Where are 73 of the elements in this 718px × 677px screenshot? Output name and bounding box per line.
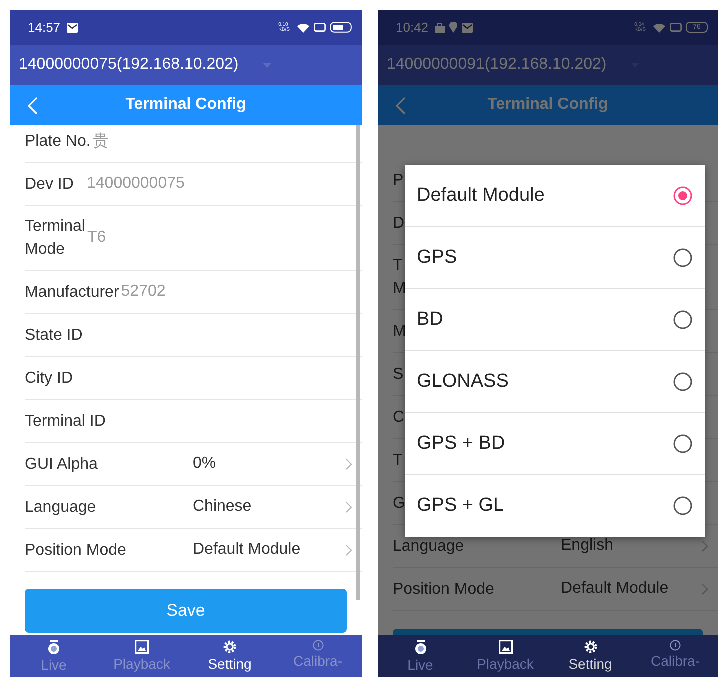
option-item[interactable]: Default Module xyxy=(405,165,705,227)
settings-row[interactable]: Position Mode Default Module xyxy=(393,568,718,611)
nav-tab[interactable]: Setting xyxy=(548,635,633,677)
caret-icon xyxy=(262,62,272,68)
radio-button[interactable] xyxy=(673,310,693,330)
status-time: 10:42 xyxy=(396,20,429,35)
radio-button[interactable] xyxy=(673,248,693,268)
wifi-icon xyxy=(297,22,310,32)
chevron-icon xyxy=(702,584,708,594)
field-value: Default Module xyxy=(193,541,302,559)
chevron-icon xyxy=(346,458,352,470)
field-value: English xyxy=(561,537,614,555)
settings-icon xyxy=(584,640,598,654)
option-item[interactable]: GLONASS xyxy=(405,351,705,413)
field-label: City ID xyxy=(25,368,73,388)
field-label: D xyxy=(393,214,405,234)
field-label: Dev ID xyxy=(25,174,74,194)
field-label: T xyxy=(393,450,403,470)
field-label: State ID xyxy=(25,326,83,346)
briefcase-icon xyxy=(434,22,445,32)
option-item[interactable]: BD xyxy=(405,289,705,351)
field-label: Position Mode xyxy=(393,580,496,600)
screen-icon xyxy=(314,23,326,32)
field-label: T M xyxy=(393,256,406,299)
image-icon xyxy=(498,640,512,654)
field-label: Terminal Mode xyxy=(25,217,86,260)
camera-lens-icon xyxy=(414,640,428,655)
field-value: 贵 xyxy=(92,132,110,152)
field-value: T6 xyxy=(86,229,108,247)
field-label: GUI Alpha xyxy=(25,454,99,474)
screen-title: Terminal Config xyxy=(488,96,608,114)
option-item[interactable]: GPS + GL xyxy=(405,475,705,537)
field-label: Language xyxy=(25,498,98,518)
chevron-icon xyxy=(346,544,352,556)
chevron-icon xyxy=(346,502,352,512)
info-icon xyxy=(312,640,324,651)
status-time: 14:57 xyxy=(28,20,61,35)
field-label: P xyxy=(393,170,404,190)
field-label: C xyxy=(393,408,405,428)
screen-title: Terminal Config xyxy=(126,96,246,114)
radio-button[interactable] xyxy=(673,496,693,516)
field-label: S xyxy=(393,364,404,384)
radio-button[interactable] xyxy=(673,372,693,392)
mail-icon xyxy=(66,22,78,32)
field-label: Position Mode xyxy=(25,540,128,560)
field-value: 0% xyxy=(193,455,218,473)
wifi-icon xyxy=(653,22,666,32)
option-item[interactable]: GPS + BD xyxy=(405,413,705,475)
info-icon xyxy=(670,640,681,651)
back-icon[interactable] xyxy=(28,97,38,115)
camera-lens-icon xyxy=(47,640,61,655)
field-value: 52702 xyxy=(120,283,167,301)
option-item[interactable]: GPS xyxy=(405,227,705,289)
radio-button[interactable] xyxy=(673,434,693,454)
radio-button[interactable] xyxy=(673,186,693,206)
nav-tab[interactable]: Setting xyxy=(186,635,274,677)
field-label: M xyxy=(393,322,406,342)
field-value: Default Module xyxy=(561,580,670,598)
field-label: Plate No. xyxy=(25,132,91,152)
screen-icon xyxy=(670,23,682,32)
field-label: G xyxy=(393,494,406,514)
battery-icon xyxy=(330,22,352,33)
chevron-icon xyxy=(702,540,708,552)
field-label: Terminal ID xyxy=(25,412,106,432)
mail-icon xyxy=(462,22,473,32)
location-pin-icon xyxy=(448,22,458,33)
field-label: Language xyxy=(393,536,466,556)
device-selector[interactable]: 14000000075(192.168.10.202) xyxy=(10,45,362,85)
field-value: Chinese xyxy=(193,498,253,516)
field-label: Manufacturer xyxy=(25,282,120,302)
image-icon xyxy=(135,640,149,654)
settings-icon xyxy=(223,640,237,654)
field-value: 14000000075 xyxy=(86,175,186,193)
